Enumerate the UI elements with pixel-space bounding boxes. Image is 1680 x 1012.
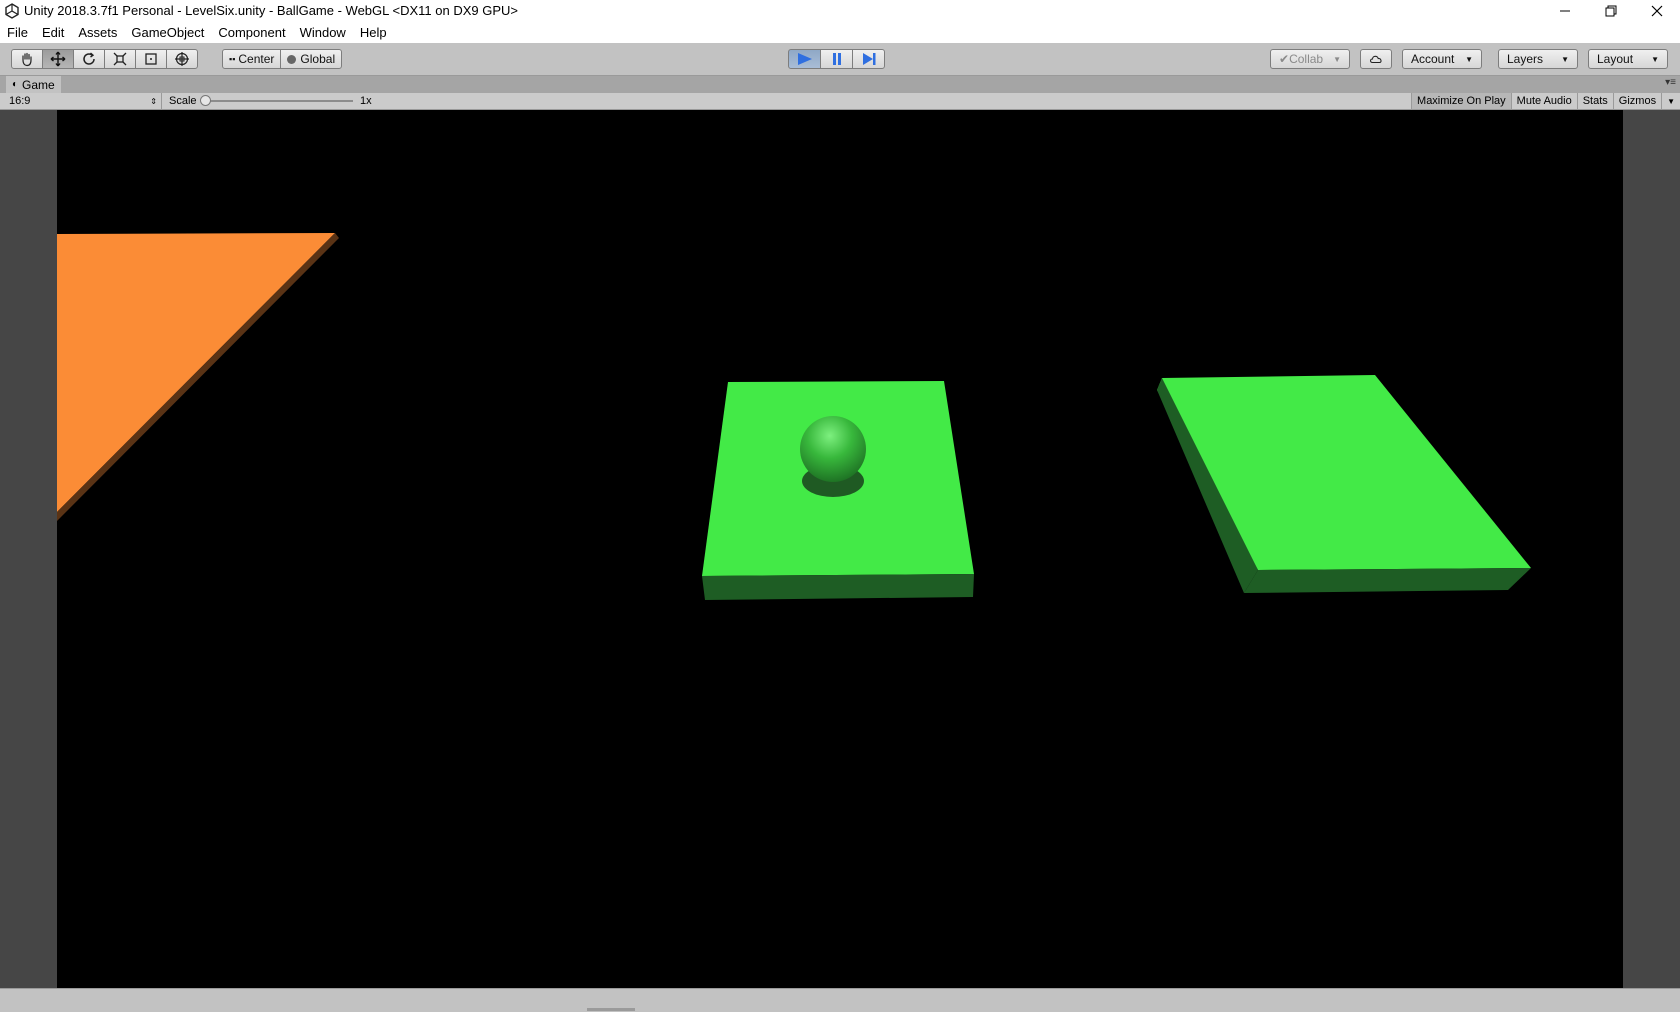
title-bar: Unity 2018.3.7f1 Personal - LevelSix.uni…: [0, 0, 1680, 22]
rotate-icon: [83, 52, 95, 65]
layout-label: Layout: [1597, 52, 1634, 66]
resize-handle[interactable]: [587, 1008, 635, 1011]
pivot-rotation-button[interactable]: Global: [280, 49, 343, 69]
account-tools: ✔ Collab ▼ Account ▼ Layers ▼ Layout ▼: [1260, 49, 1668, 69]
scale-value: 1x: [360, 95, 372, 107]
menu-gameobject[interactable]: GameObject: [124, 22, 211, 43]
close-icon: [1651, 5, 1663, 17]
menu-window[interactable]: Window: [293, 22, 353, 43]
close-button[interactable]: [1634, 0, 1680, 22]
gizmos-dropdown-button[interactable]: ▼: [1661, 93, 1680, 109]
green-platform-right: [1157, 375, 1531, 593]
account-label: Account: [1411, 52, 1455, 66]
scale-icon: [113, 52, 127, 66]
minimize-button[interactable]: [1542, 0, 1588, 22]
chevron-down-icon: ▼: [1651, 54, 1659, 64]
game-view-tab-bar: ◐ Game ▾≡: [0, 76, 1680, 93]
menu-assets[interactable]: Assets: [71, 22, 124, 43]
player-ball: [800, 416, 866, 482]
chevron-down-icon: ▼: [1561, 54, 1569, 64]
chevron-down-icon: ▼: [1465, 54, 1473, 64]
pivot-mode-button[interactable]: ▪▪ Center: [222, 49, 282, 69]
check-icon: ✔: [1279, 52, 1290, 66]
cloud-button[interactable]: [1360, 49, 1392, 69]
maximize-on-play-toggle[interactable]: Maximize On Play: [1411, 93, 1511, 109]
restore-icon: [1605, 5, 1617, 17]
step-icon: [862, 53, 875, 65]
scale-slider-track[interactable]: [205, 100, 353, 102]
play-icon: [797, 53, 812, 65]
rect-tool-icon: [145, 53, 157, 65]
collab-label: Collab: [1289, 52, 1324, 66]
transform-tool-button[interactable]: [166, 49, 198, 69]
gizmos-label: Gizmos: [1618, 95, 1657, 107]
main-toolbar: ▪▪ Center Global ✔ Collab ▼ Account ▼ La…: [0, 43, 1680, 76]
hand-icon: [22, 52, 32, 67]
chevron-down-icon: ▼: [1667, 97, 1675, 106]
panel-menu-icon[interactable]: ▾≡: [1665, 77, 1676, 88]
pivot-toggles: ▪▪ Center Global: [222, 49, 343, 69]
game-tab[interactable]: ◐ Game: [6, 76, 61, 93]
menu-bar: File Edit Assets GameObject Component Wi…: [0, 22, 1680, 43]
menu-file[interactable]: File: [0, 22, 35, 43]
window-title: Unity 2018.3.7f1 Personal - LevelSix.uni…: [24, 3, 518, 18]
aspect-ratio-dropdown[interactable]: 16:9 ⇕: [4, 93, 162, 109]
chevron-down-icon: ▼: [1333, 54, 1342, 64]
game-view-controls: 16:9 ⇕ Scale 1x Maximize On Play Mute Au…: [0, 93, 1680, 110]
updown-icon: ⇕: [150, 96, 157, 106]
scale-slider-handle[interactable]: [200, 95, 211, 106]
pivot-mode-label: Center: [238, 52, 275, 66]
layers-dropdown[interactable]: Layers ▼: [1498, 49, 1578, 69]
scale-label: Scale: [169, 95, 197, 107]
pause-button[interactable]: [820, 49, 853, 69]
layout-dropdown[interactable]: Layout ▼: [1588, 49, 1668, 69]
pivot-rotation-label: Global: [300, 52, 336, 66]
move-icon: [50, 51, 66, 67]
playback-controls: [788, 49, 885, 69]
rect-tool-button[interactable]: [135, 49, 167, 69]
layers-label: Layers: [1507, 52, 1544, 66]
restore-button[interactable]: [1588, 0, 1634, 22]
pivot-center-icon: ▪▪: [229, 54, 236, 64]
status-bar: [0, 988, 1680, 1012]
game-scene: [57, 233, 1531, 600]
menu-help[interactable]: Help: [353, 22, 394, 43]
game-controller-icon: ◐: [12, 79, 19, 90]
game-tab-label: Game: [22, 77, 55, 92]
menu-edit[interactable]: Edit: [35, 22, 71, 43]
aspect-ratio-value: 16:9: [9, 95, 31, 107]
rotate-tool-button[interactable]: [73, 49, 105, 69]
menu-component[interactable]: Component: [211, 22, 292, 43]
mute-audio-toggle[interactable]: Mute Audio: [1510, 93, 1577, 109]
game-viewport[interactable]: [57, 110, 1623, 988]
step-button[interactable]: [852, 49, 885, 69]
unity-editor-window: Unity 2018.3.7f1 Personal - LevelSix.uni…: [0, 0, 1680, 1012]
scale-tool-button[interactable]: [104, 49, 136, 69]
pause-icon: [832, 53, 841, 65]
cloud-icon: [1370, 55, 1382, 64]
hand-tool-button[interactable]: [11, 49, 43, 69]
gizmos-toggle[interactable]: Gizmos: [1612, 93, 1661, 109]
transform-tool-icon: [175, 52, 189, 66]
transform-tools: [11, 49, 198, 69]
orange-platform: [57, 233, 339, 521]
globe-icon: [287, 54, 297, 64]
collab-dropdown[interactable]: ✔ Collab ▼: [1270, 49, 1350, 69]
account-dropdown[interactable]: Account ▼: [1402, 49, 1482, 69]
minimize-icon: [1560, 10, 1570, 12]
move-tool-button[interactable]: [42, 49, 74, 69]
unity-logo-icon: [4, 3, 20, 19]
play-button[interactable]: [788, 49, 821, 69]
stats-toggle[interactable]: Stats: [1576, 93, 1613, 109]
